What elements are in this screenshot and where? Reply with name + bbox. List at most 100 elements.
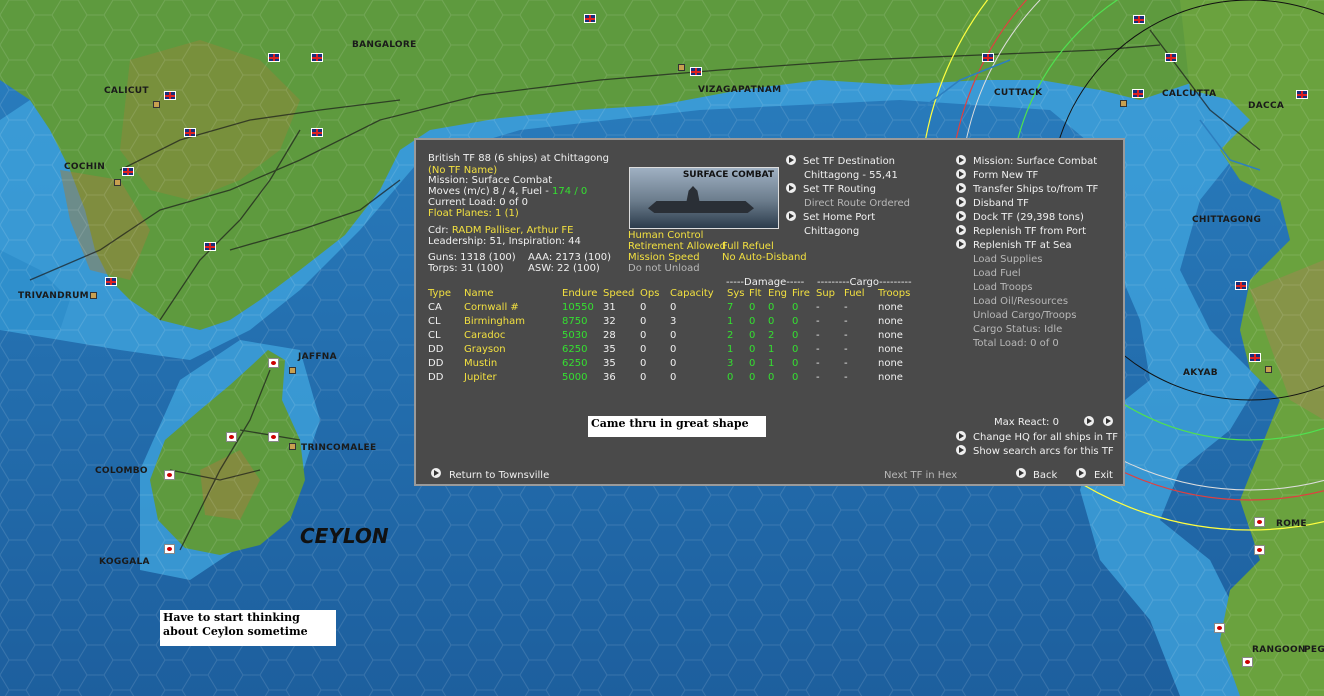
change-hq-button[interactable]: Change HQ for all ships in TF: [973, 432, 1118, 444]
ship-name-link[interactable]: Jupiter: [464, 372, 497, 384]
table-cell-sys: 3: [727, 358, 734, 369]
british-base-icon[interactable]: [184, 128, 196, 137]
tf-fuel-value: 174 / 0: [552, 186, 588, 197]
city-label-calcutta: CALCUTTA: [1162, 89, 1217, 99]
japanese-base-icon[interactable]: [1214, 623, 1225, 633]
arrow-right-icon[interactable]: [786, 211, 796, 221]
back-button[interactable]: Back: [1033, 470, 1057, 482]
arrow-right-icon[interactable]: [956, 211, 966, 221]
column-header-type[interactable]: Type: [428, 288, 451, 300]
exit-button[interactable]: Exit: [1094, 470, 1113, 482]
load-oil-button[interactable]: Load Oil/Resources: [973, 296, 1068, 308]
column-header-speed[interactable]: Speed: [603, 288, 634, 300]
column-header-fuel[interactable]: Fuel: [844, 288, 864, 300]
region-label-ceylon: CEYLON: [300, 524, 389, 548]
next-tf-button[interactable]: Next TF in Hex: [884, 470, 957, 482]
british-base-icon[interactable]: [584, 14, 596, 23]
british-base-icon[interactable]: [268, 53, 280, 62]
table-cell-eng: 1: [768, 344, 775, 355]
ship-name-link[interactable]: Caradoc: [464, 330, 505, 342]
column-header-troops[interactable]: Troops: [878, 288, 910, 300]
british-base-icon[interactable]: [1132, 89, 1144, 98]
japanese-base-icon[interactable]: [1254, 545, 1265, 555]
replenish-sea-button[interactable]: Replenish TF at Sea: [973, 240, 1072, 252]
ship-name-link[interactable]: Birmingham: [464, 316, 525, 328]
airfield-icon: [678, 64, 685, 71]
arrow-right-icon[interactable]: [956, 183, 966, 193]
arrow-right-icon[interactable]: [1076, 468, 1086, 478]
british-base-icon[interactable]: [1296, 90, 1308, 99]
city-label-peg: PEG: [1304, 645, 1324, 655]
british-base-icon[interactable]: [1249, 353, 1261, 362]
replenish-port-button[interactable]: Replenish TF from Port: [973, 226, 1086, 238]
arrow-right-icon[interactable]: [956, 197, 966, 207]
japanese-base-icon[interactable]: [1254, 517, 1265, 527]
surface-combat-caption: SURFACE COMBAT: [682, 170, 774, 180]
japanese-base-icon[interactable]: [164, 470, 175, 480]
column-header-capacity[interactable]: Capacity: [670, 288, 714, 300]
column-header-sys[interactable]: Sys: [727, 288, 744, 300]
mission-button[interactable]: Mission: Surface Combat: [973, 156, 1097, 168]
arrow-right-icon[interactable]: [956, 239, 966, 249]
decrease-react-icon[interactable]: [1084, 416, 1094, 426]
load-troops-button[interactable]: Load Troops: [973, 282, 1033, 294]
column-header-name[interactable]: Name: [464, 288, 494, 300]
dock-tf-button[interactable]: Dock TF (29,398 tons): [973, 212, 1084, 224]
auto-disband-toggle[interactable]: No Auto-Disband: [722, 252, 807, 264]
arrow-right-icon[interactable]: [956, 445, 966, 455]
disband-tf-button[interactable]: Disband TF: [973, 198, 1029, 210]
table-cell-speed: 28: [603, 330, 616, 341]
return-button[interactable]: Return to Townsville: [449, 470, 549, 482]
set-destination-button[interactable]: Set TF Destination: [803, 156, 895, 168]
increase-react-icon[interactable]: [1103, 416, 1113, 426]
arrow-right-icon[interactable]: [431, 468, 441, 478]
british-base-icon[interactable]: [311, 53, 323, 62]
ship-name-link[interactable]: Mustin: [464, 358, 497, 370]
unload-cargo-button[interactable]: Unload Cargo/Troops: [973, 310, 1076, 322]
column-header-flt[interactable]: Flt: [749, 288, 761, 300]
japanese-base-icon[interactable]: [164, 544, 175, 554]
japanese-base-icon[interactable]: [268, 432, 279, 442]
british-base-icon[interactable]: [1235, 281, 1247, 290]
british-base-icon[interactable]: [122, 167, 134, 176]
british-base-icon[interactable]: [1165, 53, 1177, 62]
table-cell-ops: 0: [640, 316, 647, 327]
british-base-icon[interactable]: [690, 67, 702, 76]
british-base-icon[interactable]: [164, 91, 176, 100]
form-new-tf-button[interactable]: Form New TF: [973, 170, 1038, 182]
british-base-icon[interactable]: [982, 53, 994, 62]
unload-toggle[interactable]: Do not Unload: [628, 263, 700, 275]
column-header-ops[interactable]: Ops: [640, 288, 659, 300]
arrow-right-icon[interactable]: [786, 155, 796, 165]
table-cell-capacity: 3: [670, 316, 677, 327]
load-fuel-button[interactable]: Load Fuel: [973, 268, 1021, 280]
transfer-ships-button[interactable]: Transfer Ships to/from TF: [973, 184, 1098, 196]
arrow-right-icon[interactable]: [786, 183, 796, 193]
tf-asw: ASW: 22 (100): [528, 263, 600, 274]
search-arcs-button[interactable]: Show search arcs for this TF: [973, 446, 1114, 458]
tf-float-planes[interactable]: Float Planes: 1 (1): [428, 208, 519, 220]
table-cell-eng: 2: [768, 330, 775, 341]
column-header-fire[interactable]: Fire: [792, 288, 810, 300]
british-base-icon[interactable]: [204, 242, 216, 251]
set-home-port-button[interactable]: Set Home Port: [803, 212, 875, 224]
column-header-sup[interactable]: Sup: [816, 288, 835, 300]
arrow-right-icon[interactable]: [956, 225, 966, 235]
set-routing-button[interactable]: Set TF Routing: [803, 184, 876, 196]
arrow-right-icon[interactable]: [956, 169, 966, 179]
japanese-base-icon[interactable]: [226, 432, 237, 442]
ship-name-link[interactable]: Grayson: [464, 344, 506, 356]
ship-name-link[interactable]: Cornwall #: [464, 302, 519, 314]
arrow-right-icon[interactable]: [1016, 468, 1026, 478]
british-base-icon[interactable]: [105, 277, 117, 286]
british-base-icon[interactable]: [311, 128, 323, 137]
japanese-base-icon[interactable]: [268, 358, 279, 368]
cdr-name-link[interactable]: RADM Palliser, Arthur FE: [452, 225, 574, 236]
japanese-base-icon[interactable]: [1242, 657, 1253, 667]
arrow-right-icon[interactable]: [956, 155, 966, 165]
british-base-icon[interactable]: [1133, 15, 1145, 24]
column-header-eng[interactable]: Eng: [768, 288, 787, 300]
column-header-endure[interactable]: Endure: [562, 288, 597, 300]
arrow-right-icon[interactable]: [956, 431, 966, 441]
load-supplies-button[interactable]: Load Supplies: [973, 254, 1042, 266]
